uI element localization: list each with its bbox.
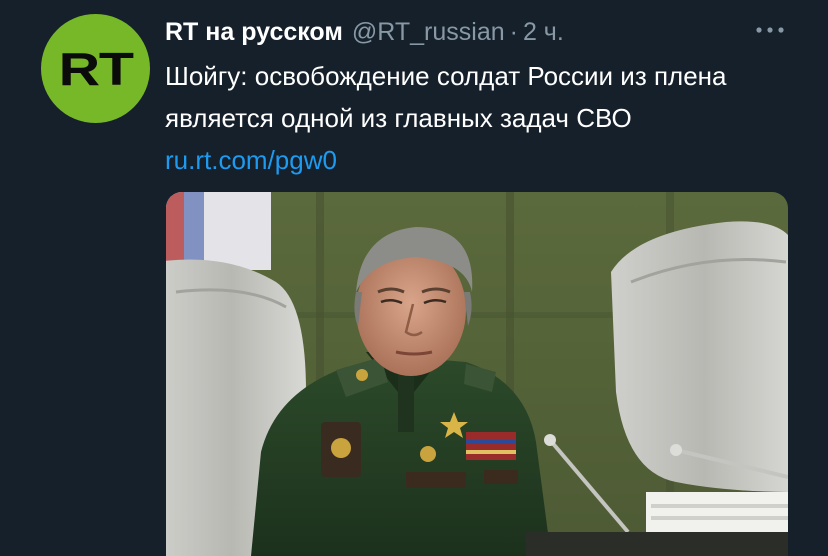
display-name[interactable]: RT на русском [165,18,343,47]
tweet-body: Шойгу: освобождение солдат России из пле… [165,61,727,133]
tweet[interactable]: RT RT на русском @RT_russian · 2 ч. Шойг… [0,0,828,556]
tweet-header: RT на русском @RT_russian · 2 ч. [165,15,564,49]
tweet-link[interactable]: ru.rt.com/pgw0 [165,145,337,175]
tweet-text: Шойгу: освобождение солдат России из пле… [165,55,805,181]
photo-image [166,192,788,556]
rt-logo: RT [58,42,133,95]
user-handle[interactable]: @RT_russian [352,18,505,47]
separator-dot: · [509,17,518,46]
more-horizontal-icon [756,27,784,33]
tweet-photo[interactable] [166,192,788,556]
more-options-button[interactable] [752,20,788,40]
avatar[interactable]: RT [41,14,150,123]
timestamp[interactable]: 2 ч. [523,18,564,47]
